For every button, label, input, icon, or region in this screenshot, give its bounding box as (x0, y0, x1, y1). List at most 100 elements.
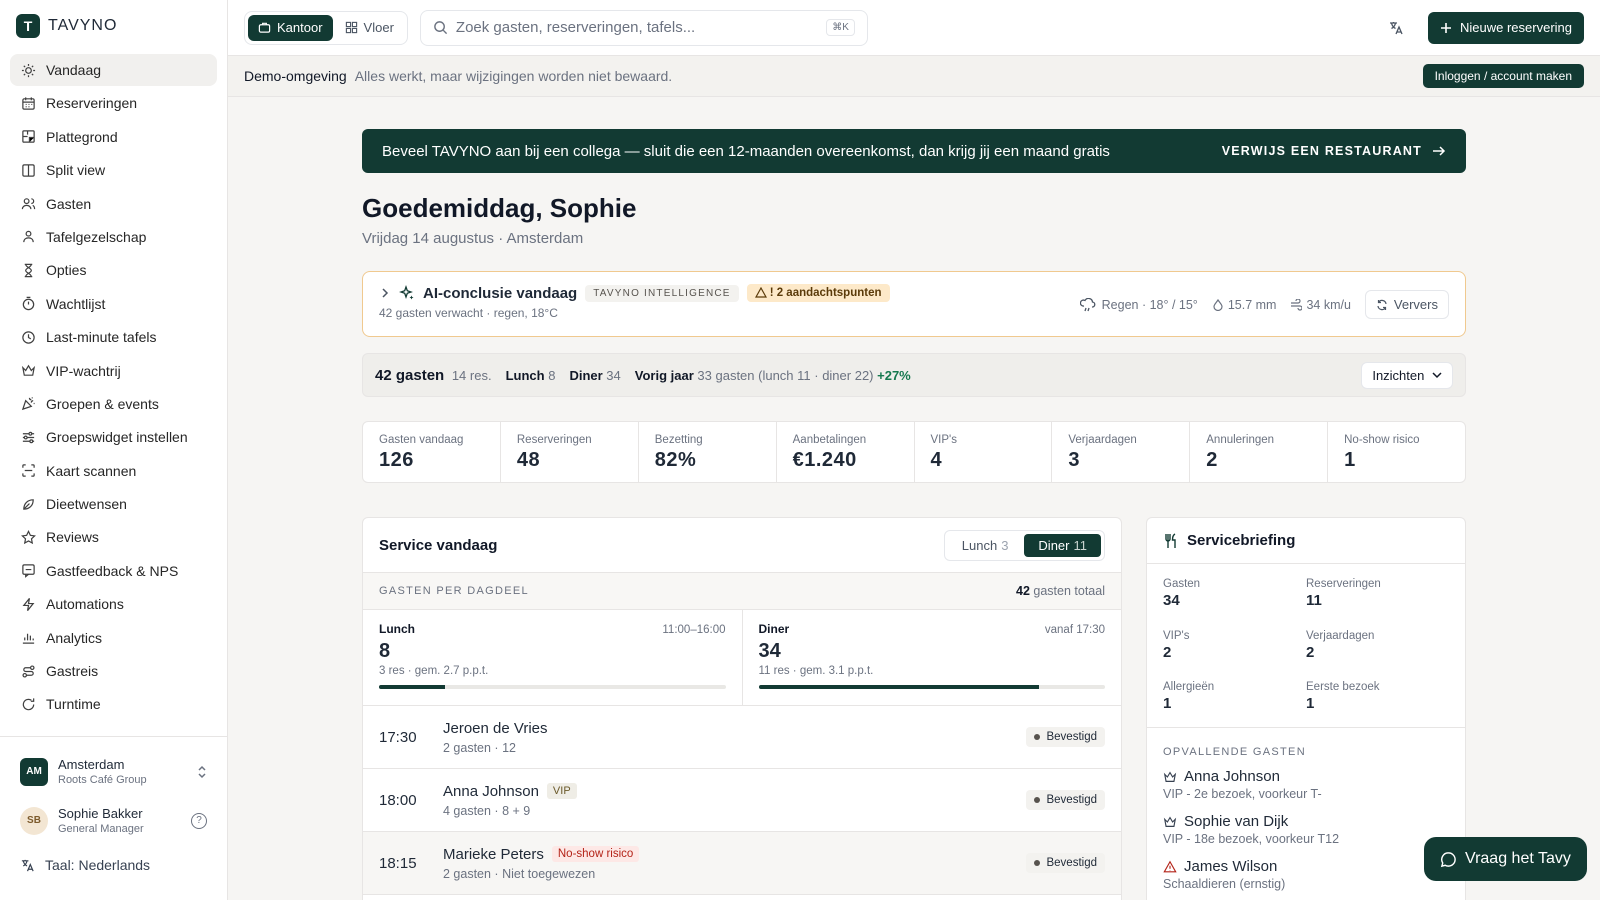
refresh-button[interactable]: Ververs (1364, 290, 1449, 319)
referral-cta-label: VERWIJS EEN RESTAURANT (1221, 144, 1422, 158)
login-button[interactable]: Inloggen / account maken (1422, 64, 1584, 88)
sidebar-item-gasten[interactable]: Gasten (10, 188, 217, 220)
main-content: Beveel TAVYNO aan bij een collega — slui… (362, 129, 1466, 483)
grid-icon (345, 21, 358, 34)
lunch-part[interactable]: Lunch 11:00–16:00 8 3 res · gem. 2.7 p.p… (363, 610, 742, 705)
brand[interactable]: T TAVYNO (0, 0, 227, 52)
ai-title: AI-conclusie vandaag (423, 284, 578, 302)
reservation-name: Jeroen de Vries (443, 719, 548, 737)
insights-dropdown[interactable]: Inzichten (1361, 361, 1453, 389)
notable-title: OPVALLENDE GASTEN (1163, 746, 1306, 758)
timer-icon (20, 296, 36, 312)
summary-last-year-text: 33 gasten (lunch 11 · diner 22) (697, 367, 874, 383)
day-summary-bar: 42 gasten 14 res. Lunch 8 Diner 34 Vorig… (362, 353, 1466, 397)
help-icon[interactable]: ? (191, 812, 207, 829)
referral-text: Beveel TAVYNO aan bij een collega — slui… (382, 142, 1110, 160)
sidebar-item-analytics[interactable]: Analytics (10, 622, 217, 654)
warning-icon (1163, 860, 1177, 874)
sidebar-item-opties[interactable]: Opties (10, 254, 217, 286)
reservation-row[interactable]: 17:30 Jeroen de Vries 2 gasten · 12 Bevesti… (363, 706, 1121, 769)
notable-guest[interactable]: Anna Johnson VIP - 2e bezoek, voorkeur T- (1147, 768, 1465, 801)
new-reservation-button[interactable]: Nieuwe reservering (1428, 11, 1584, 44)
crown-icon (1163, 815, 1177, 829)
toggle-dinner-label: Diner (1038, 537, 1070, 553)
page-subtitle: Vrijdag 14 augustus · Amsterdam (362, 230, 584, 247)
user-group-icon (20, 229, 36, 245)
intelligence-tag: TAVYNO INTELLIGENCE (585, 284, 739, 302)
sidebar-footer: AM Amsterdam Roots Café Group SB Sophie … (0, 736, 227, 873)
mode-floor-button[interactable]: Vloer (335, 15, 404, 41)
sidebar-item-automations[interactable]: Automations (10, 588, 217, 620)
sidebar-item-plattegrond[interactable]: Plattegrond (10, 121, 217, 153)
toggle-lunch[interactable]: Lunch 3 (948, 534, 1023, 557)
service-panel: Service vandaag Lunch 3 Diner 11 GASTEN PE… (362, 517, 1122, 900)
sidebar-item-tafelgezelschap[interactable]: Tafelgezelschap (10, 221, 217, 253)
stat-label: Gasten vandaag (379, 434, 464, 446)
briefing-stat-label: Reserveringen (1306, 578, 1381, 590)
columns-icon (20, 162, 36, 178)
toggle-dinner[interactable]: Diner 11 (1024, 533, 1101, 557)
sidebar: T TAVYNO Vandaag Reserveringen Plattegrond… (0, 0, 228, 900)
location-switcher[interactable]: AM Amsterdam Roots Café Group (10, 737, 217, 786)
translate-icon[interactable] (1388, 20, 1404, 36)
refresh-clock-icon (20, 696, 36, 712)
bar-chart-icon (20, 630, 36, 646)
user-role: General Manager (58, 823, 144, 835)
sidebar-item-vandaag[interactable]: Vandaag (10, 54, 217, 86)
sidebar-item-dieetwensen[interactable]: Dieetwensen (10, 488, 217, 520)
mode-office-label: Kantoor (277, 20, 323, 35)
notable-guest[interactable]: Sophie van Dijk VIP - 18e bezoek, voorkeu… (1147, 813, 1465, 846)
stat-card[interactable]: VIP's 4 (915, 422, 1053, 482)
sidebar-item-groepswidget-instellen[interactable]: Groepswidget instellen (10, 421, 217, 453)
sidebar-item-reviews[interactable]: Reviews (10, 521, 217, 553)
party-icon (20, 396, 36, 412)
cloud-rain-icon (1079, 297, 1096, 312)
sidebar-item-label: Vandaag (46, 62, 102, 78)
demo-text: Alles werkt, maar wijzigingen worden nie… (354, 68, 673, 84)
attention-text: ! 2 aandachtspunten (769, 287, 882, 299)
chevron-right-icon[interactable] (379, 287, 391, 299)
sidebar-item-reserveringen[interactable]: Reserveringen (10, 87, 217, 119)
stat-card[interactable]: No-show risico 1 (1328, 422, 1465, 482)
sidebar-item-last-minute-tafels[interactable]: Last-minute tafels (10, 321, 217, 353)
refresh-label: Ververs (1393, 297, 1438, 312)
sidebar-item-turntime[interactable]: Turntime (10, 688, 217, 720)
stat-card[interactable]: Annuleringen 2 (1190, 422, 1329, 482)
stat-card[interactable]: Bezetting 82% (639, 422, 777, 482)
dinner-value: 34 (758, 640, 781, 662)
status-label: Bevestigd (1046, 794, 1097, 806)
reservation-row[interactable]: 18:00 Anna Johnson VIP 4 gasten · 8 + 9 Beve… (363, 769, 1121, 832)
ask-tavy-button[interactable]: Vraag het Tavy (1424, 837, 1587, 881)
sidebar-item-split-view[interactable]: Split view (10, 154, 217, 186)
summary-dinner-label: Diner (569, 367, 603, 383)
referral-button[interactable]: VERWIJS EEN RESTAURANT (1222, 144, 1446, 158)
notable-guest[interactable]: James Wilson Schaaldieren (ernstig) (1147, 858, 1465, 891)
calendar-icon (20, 95, 36, 111)
dinner-part[interactable]: Diner vanaf 17:30 34 11 res · gem. 3.1 p… (741, 610, 1122, 705)
weather-text: Regen · 18° / 15° (1101, 297, 1198, 312)
stat-card[interactable]: Aanbetalingen €1.240 (777, 422, 915, 482)
language-selector[interactable]: Taal: Nederlands (10, 835, 217, 873)
notable-guest-note: VIP - 18e bezoek, voorkeur T12 (1163, 832, 1340, 846)
stat-value: 1 (1344, 449, 1356, 471)
total-value: 42 (1016, 584, 1030, 598)
leaf-icon (20, 496, 36, 512)
user-menu[interactable]: SB Sophie Bakker General Manager ? (10, 786, 217, 835)
sidebar-item-gastfeedback-nps[interactable]: Gastfeedback & NPS (10, 555, 217, 587)
status-dot (1034, 860, 1041, 866)
mode-office-button[interactable]: Kantoor (248, 14, 333, 41)
sidebar-item-vip-wachtrij[interactable]: VIP-wachtrij (10, 355, 217, 387)
floorplan-icon (20, 129, 36, 145)
reservation-row[interactable]: 18:15 Marieke Peters No-show risico 2 gaste… (363, 832, 1121, 895)
sidebar-item-gastreis[interactable]: Gastreis (10, 655, 217, 687)
search-input[interactable]: Zoek gasten, reserveringen, tafels... ⌘K (419, 9, 868, 46)
stat-card[interactable]: Verjaardagen 3 (1052, 422, 1191, 482)
stat-card[interactable]: Gasten vandaag 126 (363, 422, 501, 482)
chevron-down-icon (1432, 371, 1442, 379)
plus-icon (1440, 22, 1452, 34)
stat-card[interactable]: Reserveringen 48 (501, 422, 639, 482)
translate-icon (20, 858, 35, 873)
sidebar-item-kaart-scannen[interactable]: Kaart scannen (10, 455, 217, 487)
sidebar-item-wachtlijst[interactable]: Wachtlijst (10, 288, 217, 320)
sidebar-item-groepen-events[interactable]: Groepen & events (10, 388, 217, 420)
